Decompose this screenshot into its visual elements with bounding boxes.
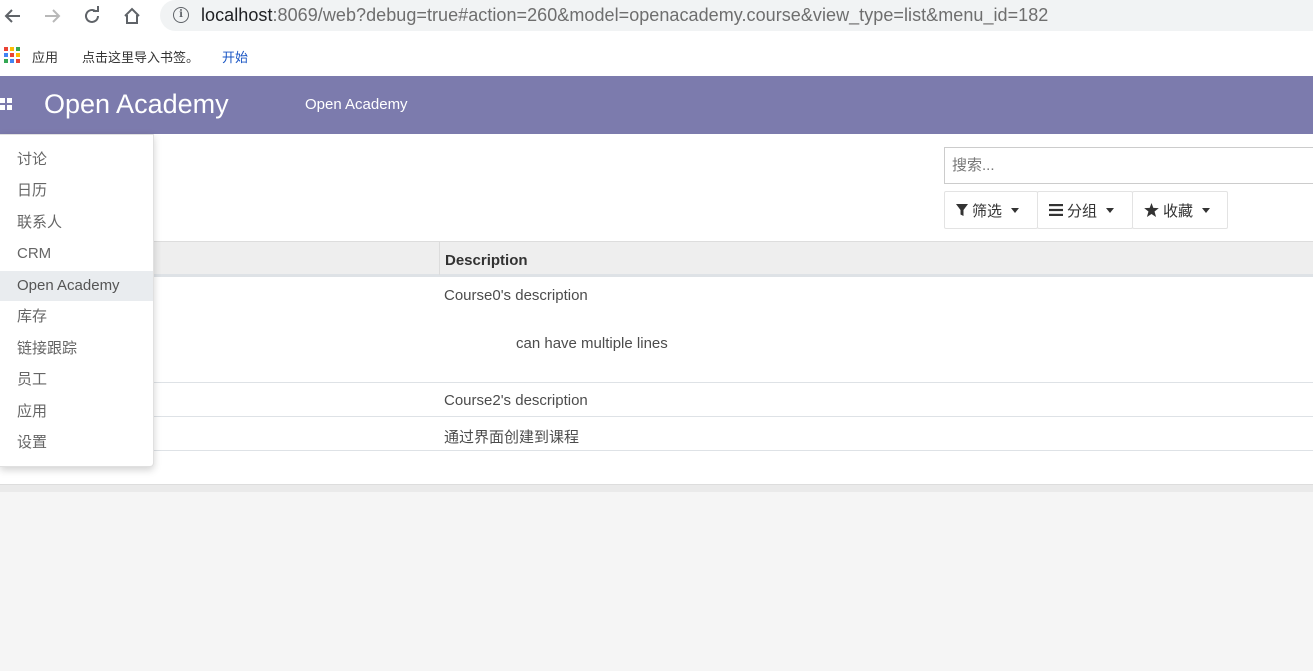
group-by-button[interactable]: 分组 [1037, 191, 1133, 229]
menu-item-apps[interactable]: 应用 [0, 397, 153, 427]
row-description: Course2's description [444, 392, 588, 409]
table-row[interactable]: 通过界面创建到课程 [0, 417, 1313, 451]
reload-icon [85, 6, 99, 23]
menu-item-contacts[interactable]: 联系人 [0, 208, 153, 238]
star-icon [1144, 203, 1159, 217]
row-description-line2: can have multiple lines [516, 335, 668, 352]
top-navbar: Open Academy Open Academy [0, 76, 1313, 134]
table-row[interactable]: Course2's description [0, 383, 1313, 417]
info-icon[interactable]: i [173, 7, 189, 23]
filter-button[interactable]: 筛选 [944, 191, 1038, 229]
arrow-right-icon [45, 9, 61, 23]
menu-item-crm[interactable]: CRM [0, 239, 153, 269]
apps-menu-icon[interactable] [0, 98, 12, 110]
table-header: Description [0, 241, 1313, 277]
forward-button[interactable] [39, 3, 65, 29]
bookmark-import[interactable]: 点击这里导入书签。 [82, 47, 199, 66]
column-divider[interactable] [439, 242, 440, 275]
menu-item-inventory[interactable]: 库存 [0, 302, 153, 332]
url-path: :8069/web?debug=true#action=260&model=op… [272, 5, 1049, 25]
menu-item-calendar[interactable]: 日历 [0, 176, 153, 206]
column-header-description[interactable]: Description [445, 252, 528, 269]
bookmark-apps[interactable]: 应用 [32, 47, 58, 66]
menu-item-employees[interactable]: 员工 [0, 365, 153, 395]
group-by-label: 分组 [1067, 202, 1098, 220]
favorites-button[interactable]: 收藏 [1132, 191, 1228, 229]
menu-item-link-tracker[interactable]: 链接跟踪 [0, 334, 153, 364]
chevron-down-icon [1011, 207, 1020, 213]
search-input[interactable] [945, 148, 1313, 183]
house-icon [124, 7, 140, 24]
main-content: 筛选 分组 收藏 Description Course0's descripti… [0, 134, 1313, 671]
chevron-down-icon [1202, 207, 1211, 213]
menu-item-open-academy[interactable]: Open Academy [0, 271, 153, 301]
menu-item-discuss[interactable]: 讨论 [0, 145, 153, 175]
favorites-label: 收藏 [1163, 202, 1194, 220]
menu-item-settings[interactable]: 设置 [0, 428, 153, 458]
home-button[interactable] [119, 3, 145, 29]
app-brand[interactable]: Open Academy [44, 89, 229, 120]
apps-dropdown-menu: 讨论 日历 联系人 CRM Open Academy 库存 链接跟踪 员工 应用… [0, 134, 154, 467]
table-footer [0, 484, 1313, 492]
row-description: Course0's description [444, 287, 588, 304]
bookmark-start[interactable]: 开始 [222, 47, 248, 66]
apps-grid-icon[interactable] [4, 47, 20, 63]
back-button[interactable] [0, 3, 26, 29]
url-host: localhost [201, 5, 273, 25]
funnel-icon [956, 203, 968, 216]
control-panel: 筛选 分组 收藏 [0, 134, 1313, 241]
filter-label: 筛选 [972, 202, 1003, 220]
address-bar[interactable]: i localhost:8069/web?debug=true#action=2… [160, 0, 1313, 31]
bars-icon [1049, 204, 1063, 216]
row-description: 通过界面创建到课程 [444, 429, 580, 446]
browser-toolbar: i localhost:8069/web?debug=true#action=2… [0, 0, 1313, 33]
url-text[interactable]: localhost:8069/web?debug=true#action=260… [201, 5, 1048, 26]
chevron-down-icon [1106, 207, 1115, 213]
reload-button[interactable] [79, 3, 105, 29]
arrow-left-icon [4, 9, 20, 23]
search-field[interactable] [944, 147, 1313, 184]
table-row[interactable]: Course0's description can have multiple … [0, 277, 1313, 383]
bookmarks-bar: 应用 点击这里导入书签。 开始 [0, 33, 1313, 76]
menu-open-academy[interactable]: Open Academy [305, 96, 408, 113]
list-view: Description Course0's description can ha… [0, 241, 1313, 492]
